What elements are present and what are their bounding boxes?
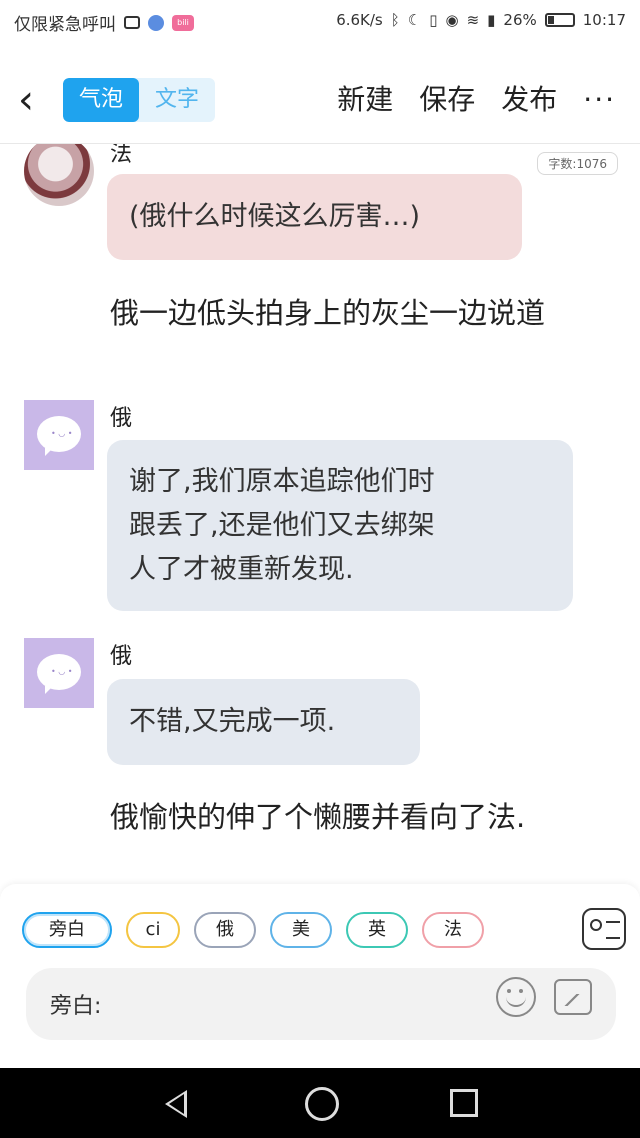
word-count: 字数:1076 bbox=[537, 152, 618, 175]
vibrate-icon: ▯ bbox=[429, 11, 438, 29]
status-bar: 仅限紧急呼叫 bili 6.6K/s ᛒ ☾ ▯ ◉ ≋ ▮ 26% 10:17 bbox=[0, 0, 640, 44]
chip-fa[interactable]: 法 bbox=[422, 912, 484, 948]
chip-narrator[interactable]: 旁白 bbox=[22, 912, 112, 948]
avatar-fa[interactable] bbox=[24, 144, 94, 206]
chip-ying[interactable]: 英 bbox=[346, 912, 408, 948]
chip-ci[interactable]: ci bbox=[126, 912, 180, 948]
net-speed: 6.6K/s bbox=[336, 11, 383, 29]
moon-icon: ☾ bbox=[407, 11, 422, 29]
message-input[interactable]: 旁白: bbox=[26, 968, 616, 1040]
signal-icon: ▮ bbox=[487, 11, 496, 29]
image-icon[interactable] bbox=[554, 979, 592, 1015]
chip-e[interactable]: 俄 bbox=[194, 912, 256, 948]
more-icon[interactable]: ··· bbox=[583, 78, 616, 122]
tv-icon bbox=[124, 16, 140, 29]
chevron-left-icon[interactable]: ‹ bbox=[18, 78, 48, 122]
clock: 10:17 bbox=[582, 11, 626, 29]
avatar-e[interactable]: • ◡ • bbox=[24, 400, 94, 470]
browser-icon bbox=[148, 14, 164, 31]
carrier-text: 仅限紧急呼叫 bbox=[14, 15, 116, 35]
tab-text[interactable]: 文字 bbox=[139, 78, 215, 122]
message-bubble[interactable]: (俄什么时候这么厉害…) bbox=[107, 174, 522, 260]
chip-mei[interactable]: 美 bbox=[270, 912, 332, 948]
avatar-e[interactable]: • ◡ • bbox=[24, 638, 94, 708]
input-prefix: 旁白: bbox=[50, 994, 102, 1019]
speaker-name: 俄 bbox=[110, 406, 133, 431]
message-bubble[interactable]: 不错,又完成一项. bbox=[107, 679, 420, 765]
mode-switch: 气泡 文字 bbox=[63, 78, 215, 122]
speaker-name: 俄 bbox=[110, 644, 133, 669]
battery-percent: 26% bbox=[503, 11, 537, 29]
message-bubble[interactable]: 谢了,我们原本追踪他们时 跟丢了,还是他们又去绑架 人了才被重新发现. bbox=[107, 440, 573, 611]
bubble-line: 跟丢了,还是他们又去绑架 bbox=[129, 510, 435, 541]
top-bar: ‹ 气泡 文字 新建 保存 发布 ··· bbox=[0, 60, 640, 140]
battery-icon bbox=[544, 13, 575, 27]
nav-back-icon[interactable] bbox=[165, 1090, 187, 1118]
new-button[interactable]: 新建 bbox=[337, 78, 393, 122]
narration-text[interactable]: 俄一边低头拍身上的灰尘一边说道 bbox=[26, 290, 616, 337]
chat-area[interactable]: 法 字数:1076 (俄什么时候这么厉害…) 俄一边低头拍身上的灰尘一边说道 •… bbox=[0, 144, 640, 884]
bilibili-icon: bili bbox=[172, 14, 194, 31]
narration-text[interactable]: 俄愉快的伸了个懒腰并看向了法. bbox=[26, 794, 616, 841]
save-button[interactable]: 保存 bbox=[419, 78, 475, 122]
bubble-line: 人了才被重新发现. bbox=[129, 554, 354, 585]
speaker-name: 法 bbox=[110, 144, 133, 167]
wifi-icon: ≋ bbox=[466, 11, 480, 29]
publish-button[interactable]: 发布 bbox=[501, 78, 557, 122]
nav-recent-icon[interactable] bbox=[450, 1089, 478, 1117]
bluetooth-icon: ᛒ bbox=[390, 11, 400, 29]
emoji-icon[interactable] bbox=[496, 977, 536, 1017]
eye-icon: ◉ bbox=[445, 11, 459, 29]
input-panel: 旁白 ci 俄 美 英 法 旁白: bbox=[0, 884, 640, 1068]
tab-bubble[interactable]: 气泡 bbox=[63, 78, 139, 122]
nav-home-icon[interactable] bbox=[305, 1087, 339, 1121]
system-nav-bar bbox=[0, 1068, 640, 1138]
bubble-line: 谢了,我们原本追踪他们时 bbox=[129, 466, 435, 497]
character-card-icon[interactable] bbox=[582, 908, 626, 950]
speaker-chips: 旁白 ci 俄 美 英 法 bbox=[22, 912, 484, 948]
